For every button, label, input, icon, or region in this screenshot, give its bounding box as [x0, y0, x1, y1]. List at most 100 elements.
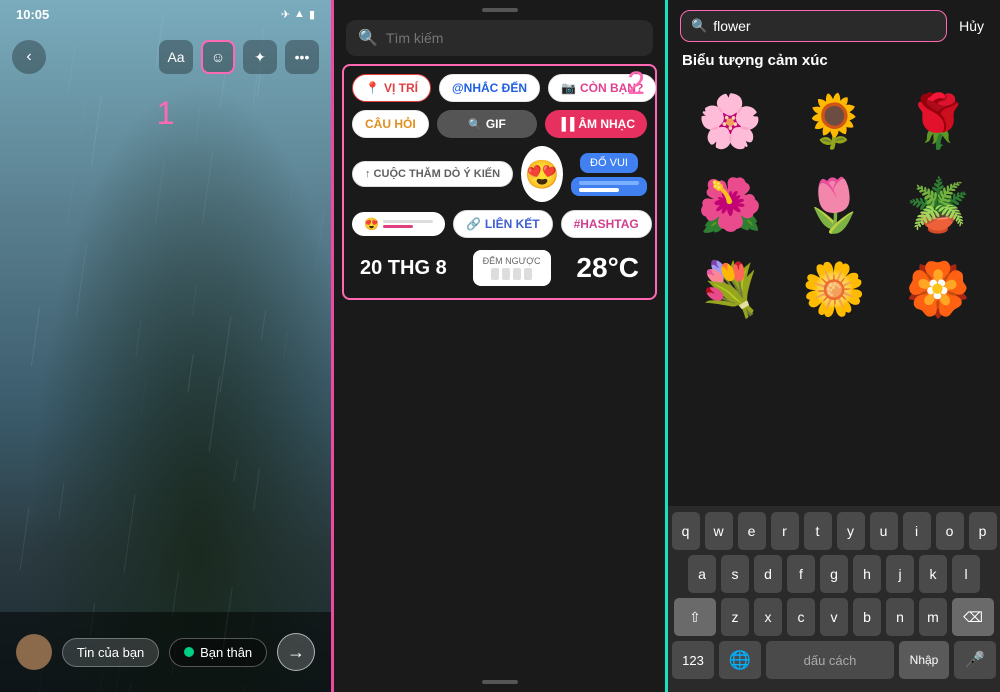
hashtag-label: #HASHTAG — [574, 217, 639, 231]
search-icon-small: 🔍 — [468, 118, 482, 131]
poll-sticker[interactable]: ↑ CUỘC THĂM DÒ Ý KIẾN — [352, 161, 513, 187]
more-tool-button[interactable]: ••• — [285, 40, 319, 74]
question-label: CÂU HỎI — [365, 117, 416, 131]
key-x[interactable]: x — [754, 598, 782, 636]
key-o[interactable]: o — [936, 512, 964, 550]
step-label-2: 2 — [627, 65, 645, 102]
key-j[interactable]: j — [886, 555, 914, 593]
emoji-item[interactable]: 🪴 — [888, 165, 988, 245]
key-g[interactable]: g — [820, 555, 848, 593]
emoji-item[interactable]: 🌸 — [680, 81, 780, 161]
reaction-sticker[interactable]: 😍 — [352, 212, 445, 236]
camera-icon: 📷 — [561, 81, 576, 95]
rain-streak — [219, 316, 231, 393]
bestfriend-button[interactable]: Bạn thân — [169, 638, 267, 667]
my-story-button[interactable]: Tin của bạn — [62, 638, 159, 667]
countdown-sticker[interactable]: ĐẾM NGƯỢC — [473, 250, 551, 286]
hashtag-sticker[interactable]: #HASHTAG — [561, 210, 652, 238]
key-n[interactable]: n — [886, 598, 914, 636]
emoji-item[interactable]: 🌺 — [680, 165, 780, 245]
music-sticker[interactable]: ▐▐ ÂM NHẠC — [545, 110, 647, 138]
status-icons: ✈ ▲ ▮ — [281, 8, 315, 21]
reaction-bar-1 — [383, 220, 433, 223]
numbers-key[interactable]: 123 — [672, 641, 714, 679]
gif-sticker[interactable]: 🔍 GIF — [437, 110, 538, 138]
key-a[interactable]: a — [688, 555, 716, 593]
rain-streak — [253, 469, 260, 511]
mention-sticker[interactable]: @NHẮC ĐẾN — [439, 74, 540, 102]
key-t[interactable]: t — [804, 512, 832, 550]
key-d[interactable]: d — [754, 555, 782, 593]
rain-streak — [124, 494, 136, 572]
emoji-search-box[interactable]: 🔍 — [680, 10, 947, 42]
tool-buttons: Aa ☺ ✦ ••• — [159, 40, 319, 74]
link-sticker[interactable]: 🔗 LIÊN KẾT — [453, 210, 553, 238]
key-s[interactable]: s — [721, 555, 749, 593]
rain-streak — [19, 507, 29, 571]
dovui-sticker[interactable] — [571, 177, 647, 196]
key-w[interactable]: w — [705, 512, 733, 550]
sticker-grid: 📍 VỊ TRÍ @NHẮC ĐẾN 📷 CÒN BẠN? CÂU HỎI 🔍 … — [342, 64, 657, 300]
key-i[interactable]: i — [903, 512, 931, 550]
keyboard-row-3: ⇧zxcvbnm⌫ — [672, 598, 996, 636]
sticker-search-input[interactable] — [386, 30, 641, 46]
space-key[interactable]: dấu cách — [766, 641, 894, 679]
key-v[interactable]: v — [820, 598, 848, 636]
bottom-handle — [482, 680, 518, 684]
mention-label: @NHẮC ĐẾN — [452, 81, 527, 95]
key-m[interactable]: m — [919, 598, 947, 636]
key-c[interactable]: c — [787, 598, 815, 636]
gif-label: GIF — [486, 117, 506, 131]
emoji-item[interactable]: 💐 — [680, 249, 780, 329]
sticker-search-bar[interactable]: 🔍 — [346, 20, 653, 56]
green-dot-icon — [184, 647, 194, 657]
panel-emoji-search: 🔍 Hủy Biểu tượng cảm xúc 🌸🌻🌹🌺🌷🪴💐🌼🏵️ qwer… — [668, 0, 1000, 692]
key-q[interactable]: q — [672, 512, 700, 550]
key-e[interactable]: e — [738, 512, 766, 550]
key-r[interactable]: r — [771, 512, 799, 550]
emoji-sticker[interactable]: 😍 — [521, 146, 563, 202]
key-l[interactable]: l — [952, 555, 980, 593]
key-u[interactable]: u — [870, 512, 898, 550]
emoji-item[interactable]: 🌻 — [784, 81, 884, 161]
send-button[interactable]: → — [277, 633, 315, 671]
date-label: 20 THG 8 — [360, 257, 447, 280]
emoji-item[interactable]: 🌹 — [888, 81, 988, 161]
temperature-label: 28°C — [576, 252, 639, 284]
cancel-button[interactable]: Hủy — [955, 14, 988, 38]
shift-key[interactable]: ⇧ — [674, 598, 716, 636]
status-bar: 10:05 ✈ ▲ ▮ — [0, 0, 331, 28]
my-story-label: Tin của bạn — [77, 645, 144, 660]
delete-key[interactable]: ⌫ — [952, 598, 994, 636]
emoji-grid: 🌸🌻🌹 🌺🌷🪴 💐🌼🏵️ — [668, 77, 1000, 333]
microphone-key[interactable]: 🎤 — [954, 641, 996, 679]
emoji-item[interactable]: 🌼 — [784, 249, 884, 329]
globe-key[interactable]: 🌐 — [719, 641, 761, 679]
countdown-bars — [491, 268, 532, 280]
emoji-item[interactable]: 🌷 — [784, 165, 884, 245]
bestfriend-label: Bạn thân — [200, 645, 252, 660]
rain-streak — [187, 354, 193, 393]
slider-bar-1 — [579, 181, 639, 185]
key-f[interactable]: f — [787, 555, 815, 593]
rain-streak — [208, 376, 220, 451]
key-p[interactable]: p — [969, 512, 997, 550]
enter-key[interactable]: Nhập — [899, 641, 949, 679]
sticker-tool-button[interactable]: ☺ — [201, 40, 235, 74]
question-sticker[interactable]: CÂU HỎI — [352, 110, 429, 138]
key-z[interactable]: z — [721, 598, 749, 636]
key-b[interactable]: b — [853, 598, 881, 636]
key-h[interactable]: h — [853, 555, 881, 593]
text-tool-button[interactable]: Aa — [159, 40, 193, 74]
key-y[interactable]: y — [837, 512, 865, 550]
story-bottom-bar: Tin của bạn Bạn thân → — [0, 612, 331, 692]
effects-tool-button[interactable]: ✦ — [243, 40, 277, 74]
drag-handle — [482, 8, 518, 12]
key-k[interactable]: k — [919, 555, 947, 593]
location-sticker[interactable]: 📍 VỊ TRÍ — [352, 74, 431, 102]
emoji-item[interactable]: 🏵️ — [888, 249, 988, 329]
rain-streak — [76, 243, 87, 318]
emoji-search-input[interactable] — [713, 18, 936, 34]
back-button[interactable]: ‹ — [12, 40, 46, 74]
avatar — [16, 634, 52, 670]
